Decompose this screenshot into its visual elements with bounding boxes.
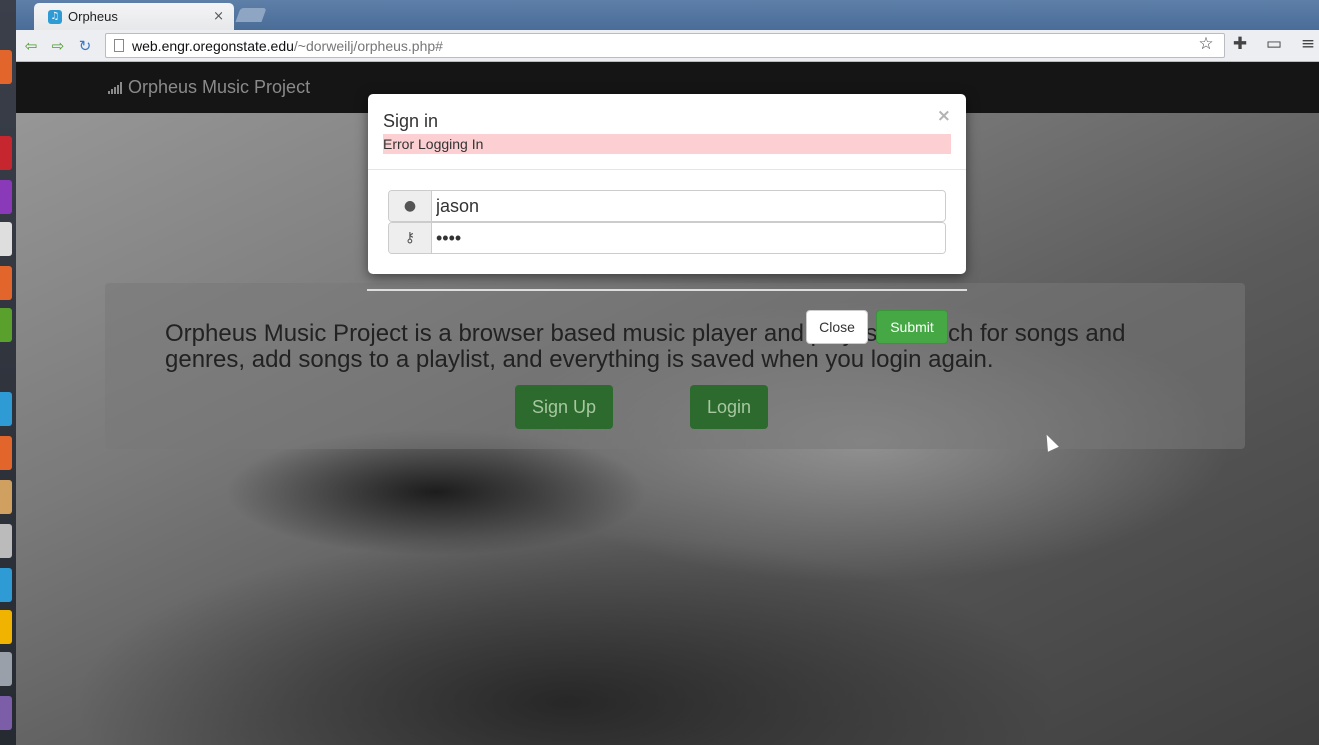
username-field[interactable] — [432, 191, 945, 221]
forward-icon[interactable]: ⇨ — [46, 34, 70, 58]
launcher-app-icon[interactable] — [0, 652, 12, 686]
launcher-bar — [0, 0, 16, 745]
launcher-app-icon[interactable] — [0, 610, 12, 644]
cast-icon[interactable]: ▭ — [1263, 33, 1285, 55]
modal-footer-divider — [367, 289, 967, 291]
launcher-app-icon[interactable] — [0, 136, 12, 170]
launcher-app-icon[interactable] — [0, 222, 12, 256]
username-group: ● — [388, 190, 946, 222]
launcher-app-icon[interactable] — [0, 436, 12, 470]
key-icon: ⚷ — [389, 223, 432, 253]
browser-toolbar: ⇦ ⇨ ↻ web.engr.oregonstate.edu/~dorweilj… — [16, 30, 1319, 62]
launcher-app-icon[interactable] — [0, 524, 12, 558]
new-tab-button[interactable] — [235, 8, 267, 22]
star-icon[interactable]: ☆ — [1195, 33, 1217, 55]
password-group: ⚷ — [388, 222, 946, 254]
login-button[interactable]: Login — [690, 385, 768, 429]
signal-bars-icon — [108, 81, 122, 94]
page-content: Orpheus Music Project Orpheus Music Proj… — [16, 62, 1319, 745]
music-note-icon: ♫ — [48, 9, 62, 24]
close-icon[interactable]: × — [937, 106, 951, 126]
launcher-app-icon[interactable] — [0, 696, 12, 730]
brand-label: Orpheus Music Project — [128, 77, 311, 97]
extension-icon[interactable]: ✚ — [1229, 33, 1251, 55]
launcher-app-icon[interactable] — [0, 50, 12, 84]
launcher-app-icon[interactable] — [0, 180, 12, 214]
modal-title: Sign in — [383, 111, 439, 131]
launcher-app-icon[interactable] — [0, 568, 12, 602]
back-icon[interactable]: ⇦ — [19, 34, 43, 58]
launcher-app-icon[interactable] — [0, 308, 12, 342]
launcher-app-icon[interactable] — [0, 392, 12, 426]
sign-in-modal: Sign in × Error Logging In ● ⚷ — [368, 94, 966, 274]
user-icon: ● — [389, 191, 432, 221]
launcher-app-icon[interactable] — [0, 480, 12, 514]
modal-header: Sign in × Error Logging In — [368, 94, 966, 170]
jumbotron: Orpheus Music Project is a browser based… — [105, 283, 1245, 449]
menu-icon[interactable]: ≡ — [1297, 33, 1319, 55]
tab-strip: ♫ Orpheus × — [16, 0, 1319, 30]
tab-title: Orpheus — [68, 9, 118, 24]
url-path: /~dorweilj/orpheus.php# — [293, 37, 443, 54]
reload-icon[interactable]: ↻ — [73, 34, 97, 58]
launcher-app-icon[interactable] — [0, 266, 12, 300]
login-error-alert: Error Logging In — [383, 134, 951, 154]
address-bar[interactable]: web.engr.oregonstate.edu/~dorweilj/orphe… — [105, 33, 1225, 58]
url-host: web.engr.oregonstate.edu — [132, 37, 294, 54]
browser-tab[interactable]: ♫ Orpheus × — [34, 3, 234, 30]
close-button[interactable]: Close — [806, 310, 868, 344]
submit-button[interactable]: Submit — [876, 310, 948, 344]
project-description: Orpheus Music Project is a browser based… — [165, 320, 1126, 373]
password-field[interactable] — [432, 223, 945, 253]
site-brand[interactable]: Orpheus Music Project — [108, 77, 310, 98]
sign-up-button[interactable]: Sign Up — [515, 385, 613, 429]
tab-close-icon[interactable]: × — [213, 9, 224, 24]
page-icon — [114, 39, 124, 52]
